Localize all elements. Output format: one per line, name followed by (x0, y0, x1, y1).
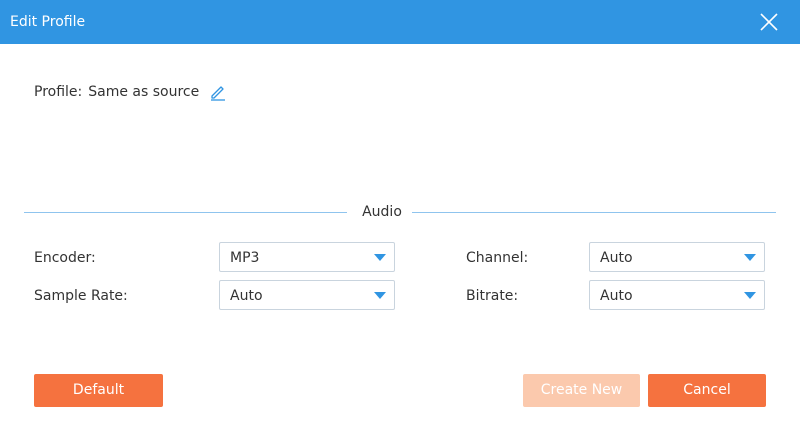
dialog-title: Edit Profile (10, 14, 86, 30)
cancel-button[interactable]: Cancel (648, 374, 766, 407)
create-new-button[interactable]: Create New (523, 374, 640, 407)
dropdown-arrow-icon (374, 254, 386, 261)
dropdown-arrow-icon (374, 292, 386, 299)
profile-label: Profile: (34, 84, 83, 100)
section-divider-left (24, 212, 347, 213)
dropdown-arrow-icon (744, 254, 756, 261)
section-divider-right (412, 212, 776, 213)
close-icon[interactable] (760, 13, 778, 31)
dropdown-arrow-icon (744, 292, 756, 299)
encoder-label: Encoder: (34, 250, 96, 266)
sample-rate-select[interactable]: Auto (219, 280, 395, 310)
encoder-select[interactable]: MP3 (219, 242, 395, 272)
default-button[interactable]: Default (34, 374, 163, 407)
edit-profile-dialog: Edit Profile Profile: Same as source Audi… (0, 0, 800, 432)
sample-rate-value: Auto (230, 288, 263, 304)
bitrate-value: Auto (600, 288, 633, 304)
encoder-value: MP3 (230, 250, 260, 266)
profile-row: Profile: Same as source (34, 82, 227, 102)
channel-select[interactable]: Auto (589, 242, 765, 272)
audio-section-title: Audio (362, 204, 402, 220)
channel-value: Auto (600, 250, 633, 266)
channel-label: Channel: (466, 250, 529, 266)
pencil-icon[interactable] (209, 83, 227, 101)
bitrate-select[interactable]: Auto (589, 280, 765, 310)
bitrate-label: Bitrate: (466, 288, 519, 304)
sample-rate-label: Sample Rate: (34, 288, 128, 304)
title-bar: Edit Profile (0, 0, 800, 44)
profile-value: Same as source (88, 84, 200, 100)
